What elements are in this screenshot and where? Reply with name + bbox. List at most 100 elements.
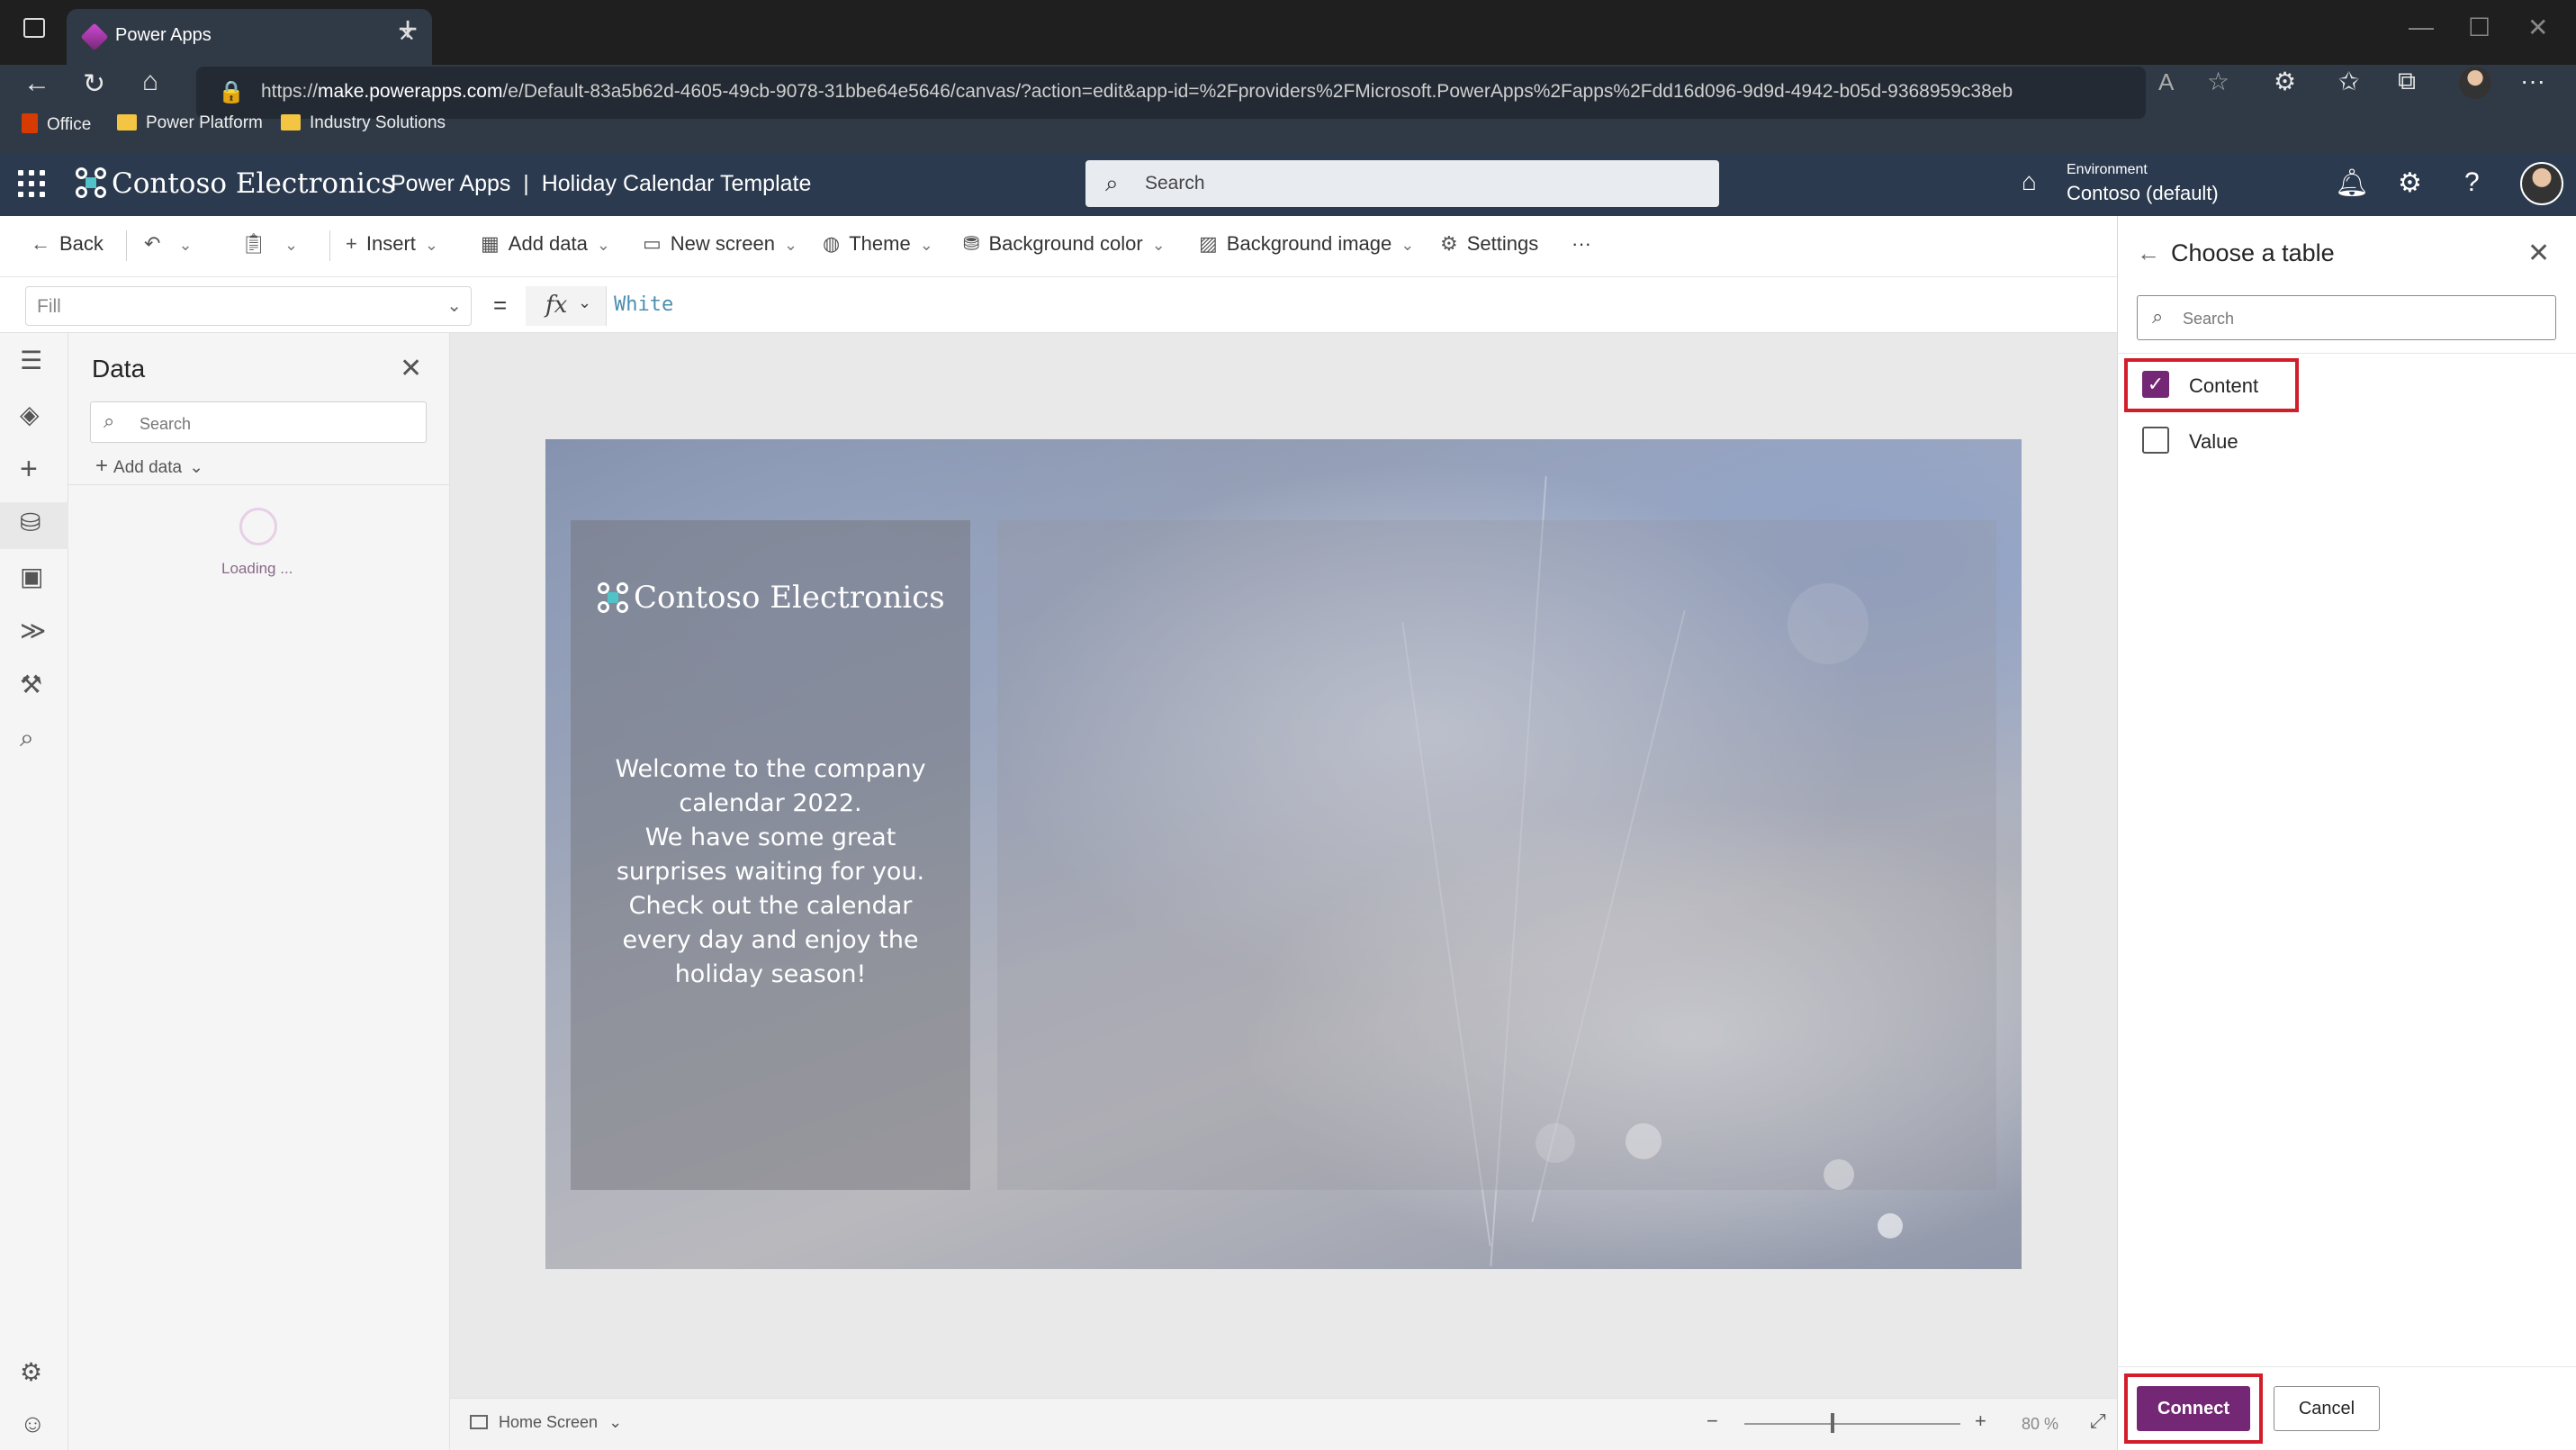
search-icon[interactable]: ⌕	[20, 724, 34, 753]
virtual-agent-icon[interactable]: ☺	[20, 1409, 46, 1438]
property-dropdown[interactable]: Fill ⌄	[25, 286, 472, 326]
close-icon[interactable]: ✕	[400, 353, 422, 384]
data-search-input[interactable]: ⌕ Search	[90, 401, 427, 443]
checkbox-unchecked[interactable]	[2142, 427, 2169, 454]
left-rail	[0, 333, 68, 1450]
settings-gear-icon[interactable]: ⚙	[20, 1357, 42, 1387]
favorite-industry-solutions[interactable]: Industry Solutions	[281, 113, 446, 133]
chevron-down-icon: ⌄	[608, 1413, 623, 1431]
read-aloud-icon[interactable]: A	[2158, 68, 2174, 96]
divider	[2117, 1366, 2576, 1367]
settings-button[interactable]: ⚙ Settings	[1440, 232, 1538, 256]
media-icon[interactable]: ▣	[20, 562, 43, 591]
back-arrow-icon[interactable]: ←	[23, 68, 50, 99]
folder-icon	[117, 114, 137, 131]
image-card[interactable]	[997, 520, 1996, 1190]
back-arrow-icon[interactable]: ←	[2137, 239, 2160, 267]
environment-value: Contoso (default)	[2067, 182, 2219, 204]
brand-logo[interactable]: Contoso Electronics	[76, 167, 395, 200]
new-screen-button[interactable]: ▭ New screen ⌄	[643, 232, 797, 256]
favorite-office[interactable]: Office	[22, 113, 91, 135]
close-icon[interactable]: ✕	[2527, 238, 2550, 269]
checkbox-checked[interactable]: ✓	[2142, 371, 2169, 398]
folder-icon	[281, 114, 301, 131]
chevron-down-icon: ⌄	[783, 236, 798, 254]
insert-button[interactable]: + Insert ⌄	[346, 232, 438, 256]
settings-gear-icon[interactable]: ⚙	[2398, 167, 2422, 199]
browser-tab[interactable]: Power Apps ✕	[67, 9, 432, 65]
app-title: Power Apps | Holiday Calendar Template	[391, 171, 812, 196]
fit-to-window-icon[interactable]: ⤢	[2090, 1409, 2106, 1433]
home-icon[interactable]: ⌂	[142, 67, 158, 97]
chevron-down-icon: ⌄	[178, 236, 193, 254]
screen-selector[interactable]: Home Screen ⌄	[470, 1413, 622, 1432]
surprise-text: We have some great surprises waiting for…	[616, 824, 925, 886]
cancel-button[interactable]: Cancel	[2274, 1386, 2380, 1431]
refresh-icon[interactable]: ↻	[83, 68, 105, 100]
add-data-button[interactable]: ▦ Add data ⌄	[481, 232, 610, 256]
browser-profile-avatar[interactable]	[2459, 67, 2491, 99]
welcome-text: Welcome to the company calendar 2022.	[615, 755, 926, 817]
search-icon: ⌕	[104, 410, 115, 432]
formula-input[interactable]: White	[614, 293, 673, 316]
panel-title: Choose a table	[2171, 239, 2335, 266]
zoom-out-button[interactable]: −	[1707, 1409, 1718, 1433]
url-field[interactable]: 🔒 https://make.powerapps.com/e/Default-8…	[196, 67, 2146, 119]
gear-icon: ⚙	[1440, 232, 1458, 255]
more-commands-button[interactable]: ···	[1572, 232, 1591, 256]
paint-bucket-icon: ⛃	[963, 232, 980, 255]
clipboard-icon: 📋︎	[241, 232, 266, 255]
close-window-icon[interactable]: ✕	[2527, 13, 2548, 42]
tab-actions-icon[interactable]	[23, 18, 45, 38]
fx-button[interactable]: fx ⌄	[526, 286, 607, 326]
zoom-value: 80 %	[2022, 1415, 2059, 1433]
back-arrow-icon: ←	[31, 232, 50, 255]
new-tab-icon[interactable]: +	[398, 13, 418, 47]
maximize-icon[interactable]: ☐	[2468, 13, 2490, 42]
table-icon: ▦	[481, 232, 500, 255]
collections-icon[interactable]: ⧉	[2398, 67, 2416, 96]
browser-menu-icon[interactable]: ···	[2520, 67, 2545, 95]
option-value[interactable]	[2142, 427, 2169, 454]
zoom-in-button[interactable]: +	[1975, 1409, 1986, 1433]
header-search-input[interactable]: ⌕ Search	[1085, 160, 1719, 207]
power-automate-icon[interactable]: ≫	[20, 616, 46, 645]
background-color-button[interactable]: ⛃ Background color ⌄	[963, 232, 1166, 256]
connect-button[interactable]: Connect	[2137, 1386, 2250, 1431]
chevron-down-icon: ⌄	[578, 293, 592, 311]
undo-button[interactable]: ↶ ⌄	[144, 232, 193, 256]
add-data-link[interactable]: + Add data ⌄	[95, 454, 203, 479]
zoom-slider[interactable]	[1744, 1423, 1960, 1425]
chevron-down-icon: ⌄	[284, 236, 299, 254]
app-launcher-icon[interactable]	[18, 170, 45, 197]
tree-view-layers-icon[interactable]: ◈	[20, 400, 40, 429]
minimize-icon[interactable]: —	[2409, 13, 2434, 41]
notifications-icon[interactable]: 🔔︎	[2335, 167, 2369, 199]
new-screen-icon: ▭	[643, 232, 662, 255]
help-icon[interactable]: ?	[2464, 167, 2480, 198]
hamburger-menu-icon[interactable]: ☰	[20, 346, 42, 375]
data-cylinder-icon[interactable]: ⛁	[20, 508, 41, 537]
theme-button[interactable]: ◍ Theme ⌄	[823, 232, 933, 256]
user-avatar[interactable]	[2520, 162, 2563, 205]
advanced-tools-icon[interactable]: ⚒	[20, 670, 42, 699]
background-image-button[interactable]: ▨ Background image ⌄	[1199, 232, 1414, 256]
favorite-power-platform[interactable]: Power Platform	[117, 113, 263, 133]
favorites-icon[interactable]: ✩	[2338, 67, 2359, 96]
contoso-logo-icon	[76, 167, 106, 198]
back-button[interactable]: ← Back	[31, 232, 104, 256]
chevron-down-icon: ⌄	[446, 296, 462, 316]
insert-plus-icon[interactable]: +	[20, 452, 38, 487]
undo-icon: ↶	[144, 232, 161, 255]
divider	[126, 230, 127, 261]
app-screen-preview[interactable]: Contoso Electronics Welcome to the compa…	[545, 439, 2022, 1269]
extensions-icon[interactable]: ⚙	[2274, 67, 2296, 96]
paste-button[interactable]: 📋︎ ⌄	[241, 232, 298, 256]
zoom-slider-thumb[interactable]	[1831, 1413, 1834, 1433]
add-favorite-icon[interactable]: ☆	[2207, 67, 2229, 96]
table-search-input[interactable]: ⌕ Search	[2137, 295, 2556, 340]
powerapps-favicon-icon	[80, 23, 109, 51]
tab-title: Power Apps	[115, 25, 212, 45]
option-content[interactable]: ✓	[2142, 371, 2169, 398]
office-icon	[22, 113, 38, 133]
